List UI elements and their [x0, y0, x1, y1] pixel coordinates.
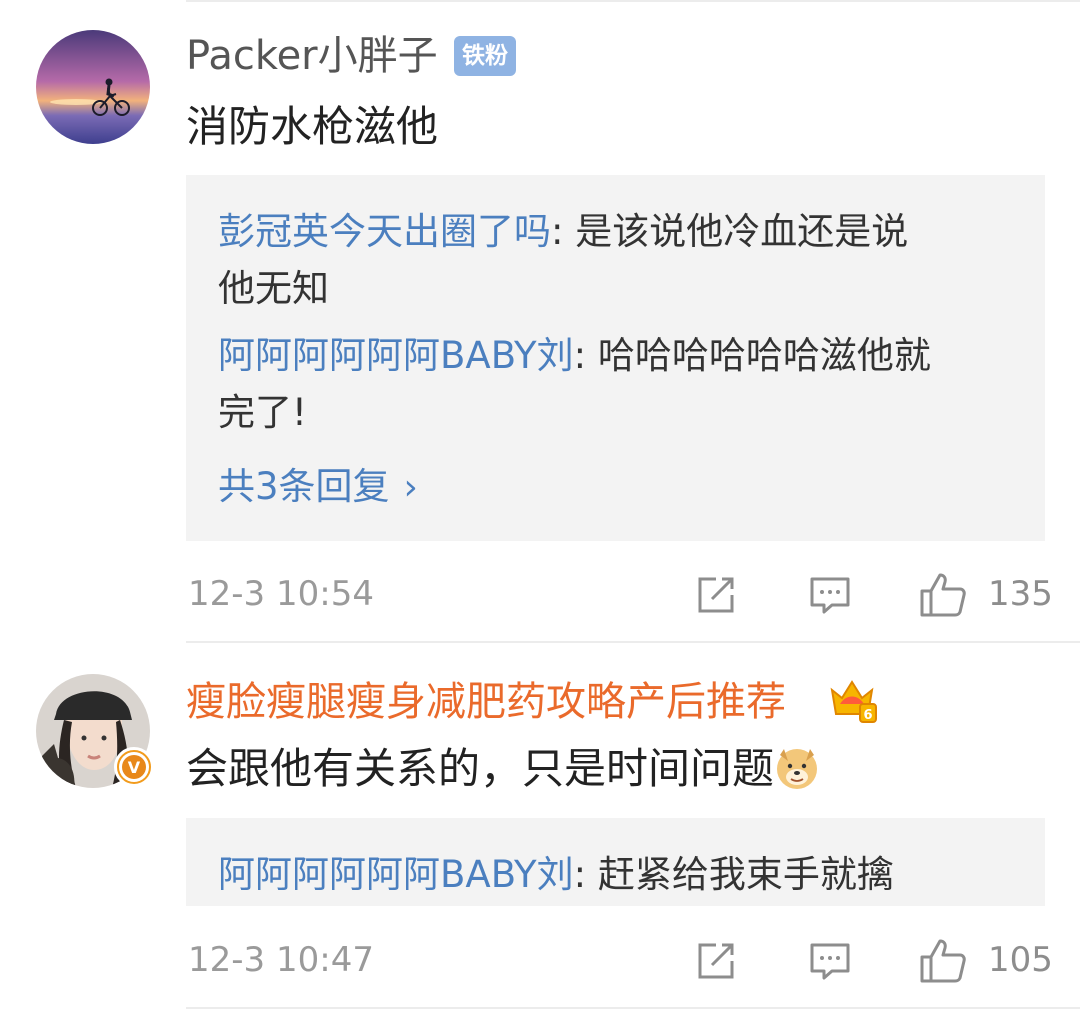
reply-item[interactable]: 阿阿阿阿阿阿BABY刘: 赶紧给我束手就擒 [218, 846, 1018, 903]
vip-crown-badge: 6 [826, 674, 878, 726]
comment-meta: 12-3 10:54 135 [186, 569, 1053, 619]
reply-box[interactable]: 阿阿阿阿阿阿BABY刘: 赶紧给我束手就擒 [186, 818, 1045, 906]
reply-text-continued: 他无知 [218, 267, 329, 310]
divider [186, 1007, 1080, 1009]
doge-emoji [777, 749, 818, 789]
comment-meta: 12-3 10:47 105 [186, 935, 1053, 985]
verified-v-icon: V [119, 752, 149, 782]
reply-item[interactable]: 彭冠英今天出圈了吗: 是该说他冷血还是说 他无知 [218, 203, 1018, 317]
reply-text: : 是该说他冷血还是说 [551, 210, 909, 253]
reply-box[interactable]: 彭冠英今天出圈了吗: 是该说他冷血还是说 他无知 阿阿阿阿阿阿BABY刘: 哈哈… [186, 175, 1045, 541]
comment-text-body: 会跟他有关系的，只是时间问题 [186, 744, 775, 793]
timestamp: 12-3 10:54 [188, 574, 374, 614]
thumbs-up-icon [920, 939, 966, 983]
more-replies-link[interactable]: 共3条回复 › [218, 462, 418, 513]
verified-mark: V [128, 758, 141, 777]
reply-text: : 哈哈哈哈哈哈滋他就 [573, 334, 931, 377]
like-button[interactable] [918, 569, 968, 619]
repost-icon [698, 943, 734, 979]
comment-button[interactable] [806, 569, 854, 619]
comment-text: 会跟他有关系的，只是时间问题 [186, 741, 820, 797]
avatar[interactable] [36, 30, 150, 144]
repost-icon [698, 577, 734, 613]
comment-icon [810, 577, 850, 614]
reply-username[interactable]: 彭冠英今天出圈了吗 [218, 210, 551, 253]
divider [186, 641, 1080, 643]
reply-text: : 赶紧给我束手就擒 [573, 853, 894, 896]
crown-icon: 6 [830, 680, 877, 723]
fan-badge: 铁粉 [454, 36, 516, 76]
thumbs-up-icon [920, 573, 966, 617]
more-replies-label: 共3条回复 [218, 465, 390, 508]
timestamp: 12-3 10:47 [188, 940, 374, 980]
reply-item[interactable]: 阿阿阿阿阿阿BABY刘: 哈哈哈哈哈哈滋他就 完了! [218, 327, 1018, 441]
verified-badge: V [114, 747, 154, 787]
reply-username[interactable]: 阿阿阿阿阿阿BABY刘 [218, 853, 574, 896]
comment-feed: Packer小胖子 铁粉 消防水枪滋他 彭冠英今天出圈了吗: 是该说他冷血还是说… [0, 0, 1080, 1020]
like-button[interactable] [918, 935, 968, 985]
comment-text: 消防水枪滋他 [186, 102, 439, 151]
like-count: 135 [988, 574, 1053, 614]
reply-username[interactable]: 阿阿阿阿阿阿BABY刘 [218, 334, 574, 377]
comment-icon [810, 943, 850, 980]
repost-button[interactable] [692, 935, 740, 985]
divider [186, 0, 1080, 2]
username[interactable]: Packer小胖子 [186, 30, 438, 82]
chevron-right-icon: › [403, 467, 418, 508]
repost-button[interactable] [692, 569, 740, 619]
vip-level: 6 [863, 708, 872, 723]
reply-text-continued: 完了! [218, 391, 307, 434]
comment-button[interactable] [806, 935, 854, 985]
username[interactable]: 瘦脸瘦腿瘦身减肥药攻略产后推荐 [186, 676, 786, 728]
like-count: 105 [988, 940, 1053, 980]
